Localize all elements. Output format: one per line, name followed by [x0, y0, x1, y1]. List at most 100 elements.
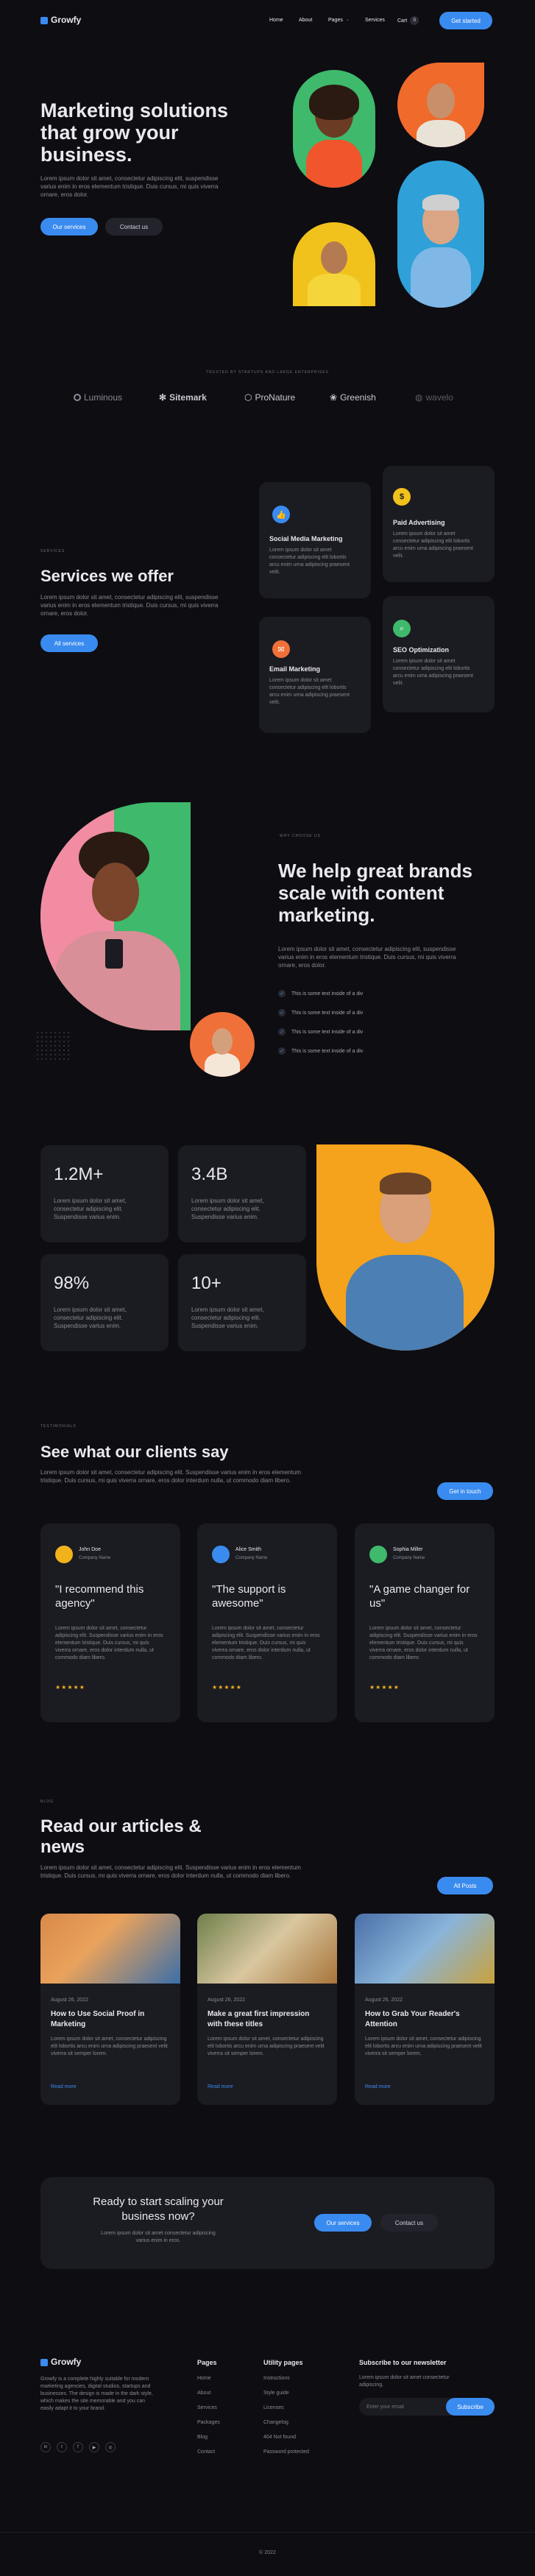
footer-link-style-guide[interactable]: Style guide [263, 2391, 309, 2405]
hero-services-button[interactable]: Our services [40, 218, 98, 236]
footer-link-licenses[interactable]: Licenses [263, 2405, 309, 2420]
blog-card[interactable]: August 26, 2022 How to Grab Your Reader'… [355, 1914, 495, 2105]
services-eyebrow: Services [40, 549, 65, 553]
stat-card: 98% Lorem ipsum dolor sit amet, consecte… [40, 1254, 169, 1351]
cta-banner-title: Ready to start scaling your business now… [93, 2195, 224, 2223]
subscribe-button[interactable]: Subscribe [446, 2398, 495, 2416]
blog-card[interactable]: August 26, 2022 How to Use Social Proof … [40, 1914, 180, 2105]
service-card-title: Social Media Marketing [269, 535, 343, 542]
stat-text: Lorem ipsum dolor sit amet, consectetur … [191, 1197, 264, 1220]
footer-link-packages[interactable]: Packages [197, 2420, 220, 2435]
linkedin-icon[interactable]: in [40, 2442, 51, 2452]
testimonial-text: Lorem ipsum dolor sit amet, consectetur … [369, 1626, 478, 1660]
blog-card-text: Lorem ipsum dolor sit amet, consectetur … [51, 2037, 168, 2056]
phone-icon [105, 939, 123, 969]
nav-link-about[interactable]: About [299, 18, 312, 23]
footer-pages-list: Home About Services Packages Blog Contac… [197, 2376, 220, 2464]
instagram-icon[interactable]: ◎ [105, 2442, 116, 2452]
about-checklist: ✓ This is some text inside of a div ✓ This… [278, 984, 363, 1061]
footer-link-password[interactable]: Password protected [263, 2449, 309, 2464]
testimonial-text: Lorem ipsum dolor sit amet, consectetur … [212, 1626, 320, 1660]
blog-card-title: How to Use Social Proof in Marketing [51, 2010, 145, 2028]
service-card-text: Lorem ipsum dolor sit amet consectetur a… [393, 659, 473, 686]
testimonial-text: Lorem ipsum dolor sit amet, consectetur … [55, 1626, 163, 1660]
nav-cart[interactable]: Cart 0 [397, 16, 419, 25]
hero-photo-woman-orange [293, 70, 375, 188]
avatar [55, 1546, 73, 1563]
testimonial-quote: "The support is awesome" [212, 1583, 286, 1610]
service-card-text: Lorem ipsum dolor sit amet consectetur a… [393, 531, 473, 559]
service-card-paid[interactable]: $ Paid Advertising Lorem ipsum dolor sit… [383, 466, 495, 582]
search-icon: ⌕ [393, 620, 411, 637]
service-card-email[interactable]: ✉ Email Marketing Lorem ipsum dolor sit … [259, 617, 371, 733]
footer-link-contact[interactable]: Contact [197, 2449, 220, 2464]
blog-card-date: August 26, 2022 [208, 1998, 245, 2003]
footer-link-home[interactable]: Home [197, 2376, 220, 2391]
youtube-icon[interactable]: ▶ [89, 2442, 99, 2452]
stat-value: 1.2M+ [54, 1164, 104, 1184]
footer-link-404[interactable]: 404 Not found [263, 2435, 309, 2449]
hero-text: Lorem ipsum dolor sit amet, consectetur … [40, 175, 219, 198]
logo-wavelo: ◍ wavelo [415, 392, 464, 403]
read-more-link[interactable]: Read more [51, 2084, 77, 2090]
footer-link-instructions[interactable]: Instructions [263, 2376, 309, 2391]
brand-name[interactable]: Growfy [51, 15, 81, 25]
email-field[interactable] [366, 2402, 440, 2412]
cart-label: Cart [397, 18, 408, 24]
footer-utility-list: Instructions Style guide Licenses Change… [263, 2376, 309, 2464]
blog-card[interactable]: August 26, 2022 Make a great first impre… [197, 1914, 337, 2105]
logo-sitemark-text: Sitemark [169, 392, 207, 403]
thumbs-up-icon: 👍 [272, 506, 290, 523]
service-card-title: Paid Advertising [393, 519, 445, 526]
nav-link-home[interactable]: Home [269, 18, 283, 23]
checklist-item: ✓ This is some text inside of a div [278, 1022, 363, 1041]
checklist-item-text: This is some text inside of a div [291, 1010, 364, 1016]
nav-link-pages[interactable]: Pages [328, 18, 343, 23]
nav-link-services[interactable]: Services [365, 18, 385, 23]
footer-about: Growfy is a complete highly suitable for… [40, 2377, 153, 2411]
footer-link-services[interactable]: Services [197, 2405, 220, 2420]
logo-pronature-text: ProNature [255, 392, 296, 403]
logo-wavelo-text: wavelo [425, 392, 453, 403]
stat-card: 10+ Lorem ipsum dolor sit amet, consecte… [178, 1254, 306, 1351]
avatar [369, 1546, 387, 1563]
all-services-button[interactable]: All services [40, 634, 98, 652]
footer-brand[interactable]: Growfy [51, 2357, 81, 2367]
service-card-seo[interactable]: ⌕ SEO Optimization Lorem ipsum dolor sit… [383, 596, 495, 712]
facebook-icon[interactable]: f [73, 2442, 83, 2452]
blog-card-text: Lorem ipsum dolor sit amet, consectetur … [208, 2037, 325, 2056]
read-more-link[interactable]: Read more [365, 2084, 391, 2090]
services-title: Services we offer [40, 567, 174, 585]
twitter-icon[interactable]: t [57, 2442, 67, 2452]
hero-title: Marketing solutions that grow your busin… [40, 99, 229, 166]
footer-link-about[interactable]: About [197, 2391, 220, 2405]
logo-luminous: Luminous [74, 392, 122, 403]
stat-card: 3.4B Lorem ipsum dolor sit amet, consect… [178, 1145, 306, 1242]
hero-contact-button[interactable]: Contact us [105, 218, 163, 236]
blog-card-title: Make a great first impression with these… [208, 2010, 310, 2028]
dot-grid-decoration [35, 1030, 72, 1060]
footer-link-blog[interactable]: Blog [197, 2435, 220, 2449]
get-started-button[interactable]: Get started [439, 12, 492, 29]
stat-value: 10+ [191, 1273, 222, 1293]
footer-link-changelog[interactable]: Changelog [263, 2420, 309, 2435]
all-posts-button[interactable]: All Posts [437, 1877, 493, 1894]
logos-caption: Trusted by startups and large enterprise… [206, 370, 329, 375]
checklist-item: ✓ This is some text inside of a div [278, 984, 363, 1003]
service-card-social[interactable]: 👍 Social Media Marketing Lorem ipsum dol… [259, 482, 371, 598]
cta-services-button[interactable]: Our services [314, 2214, 372, 2232]
testimonial-card: Alice Smith Company Name "The support is… [197, 1524, 337, 1722]
footer-utility-title: Utility pages [263, 2359, 303, 2366]
copyright: © 2022 [259, 2550, 276, 2555]
logo-icon[interactable] [40, 17, 48, 24]
logo-greenish: ❀ Greenish [330, 392, 376, 403]
read-more-link[interactable]: Read more [208, 2084, 233, 2090]
logo-greenish-text: Greenish [340, 392, 376, 403]
stat-value: 3.4B [191, 1164, 228, 1184]
blog-eyebrow: Blog [40, 1800, 54, 1804]
get-in-touch-button[interactable]: Get in touch [437, 1482, 493, 1500]
stat-value: 98% [54, 1273, 90, 1293]
stat-text: Lorem ipsum dolor sit amet, consectetur … [54, 1306, 127, 1329]
testimonial-company: Company Name [393, 1556, 425, 1560]
cta-contact-button[interactable]: Contact us [380, 2214, 438, 2232]
